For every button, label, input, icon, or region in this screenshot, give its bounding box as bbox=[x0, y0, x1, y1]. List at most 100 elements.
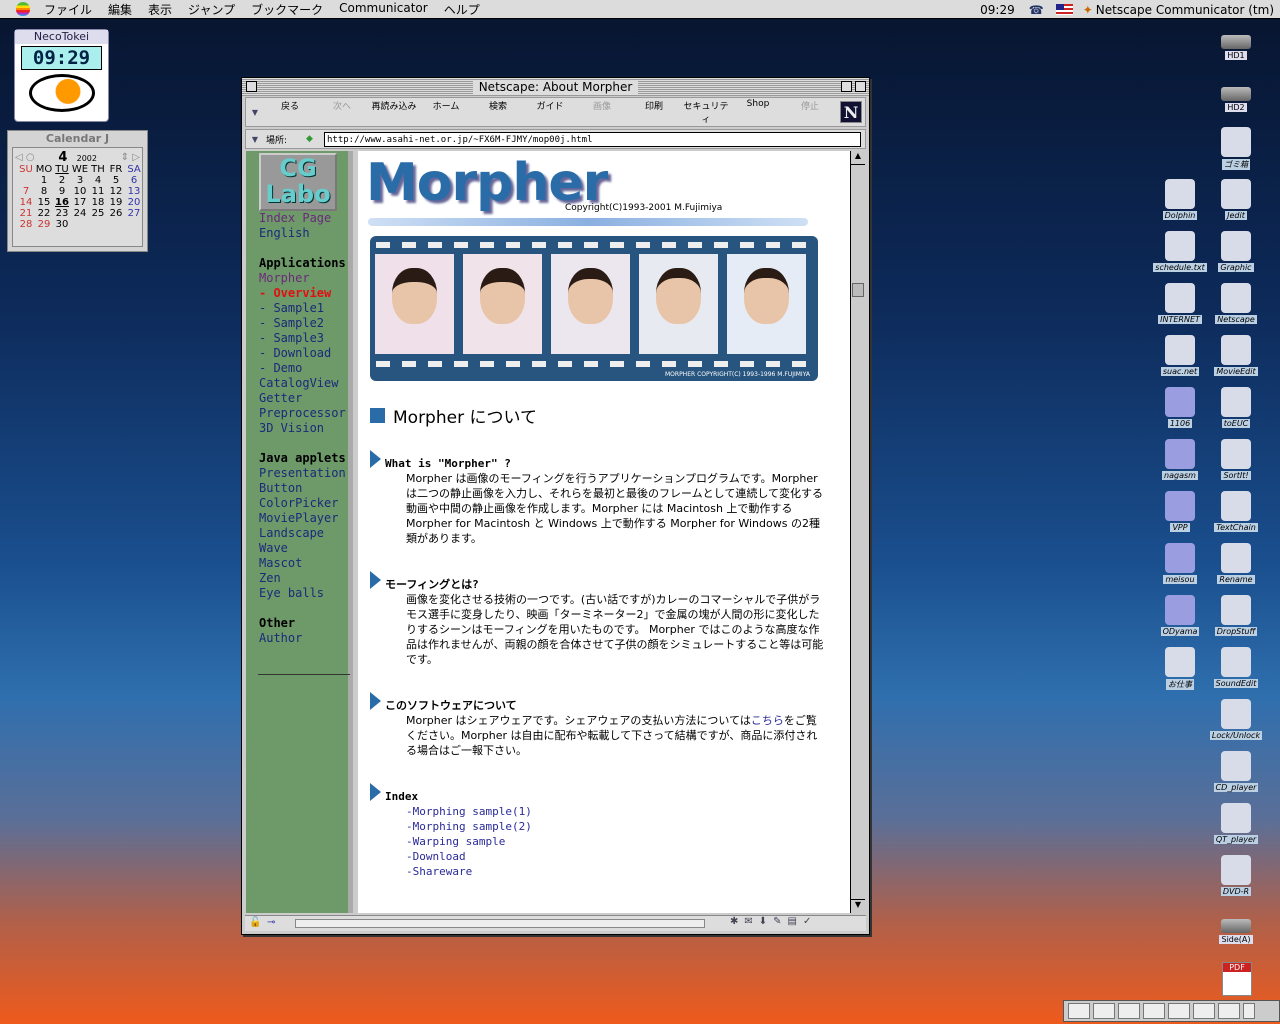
desktop-icon[interactable]: schedule.txt bbox=[1152, 231, 1208, 272]
desktop-icon[interactable]: nagasm bbox=[1152, 439, 1208, 480]
cd-icon[interactable] bbox=[1093, 1003, 1115, 1019]
calendar-day[interactable]: 25 bbox=[89, 208, 107, 219]
menu-item[interactable]: ファイル bbox=[36, 1, 100, 18]
calendar-day[interactable]: 10 bbox=[71, 186, 89, 197]
control-strip-tab-icon[interactable] bbox=[1243, 1003, 1255, 1019]
scroll-thumb[interactable] bbox=[852, 283, 864, 297]
sidebar-link[interactable]: Button bbox=[259, 481, 348, 496]
sidebar-link[interactable]: 3D Vision bbox=[259, 421, 348, 436]
desktop-icon[interactable]: meisou bbox=[1152, 543, 1208, 584]
toolbar-button[interactable]: 印刷 bbox=[628, 99, 680, 125]
menu-item[interactable]: 表示 bbox=[140, 1, 180, 18]
sidebar-link[interactable]: ColorPicker bbox=[259, 496, 348, 511]
payment-link[interactable]: こちら bbox=[751, 714, 784, 727]
toolbar-button[interactable]: 再読み込み bbox=[368, 99, 420, 125]
calendar-day[interactable]: 14 bbox=[17, 197, 35, 208]
menu-item[interactable]: Communicator bbox=[331, 1, 436, 18]
calendar-day[interactable]: 23 bbox=[53, 208, 71, 219]
sidebar-link[interactable]: MoviePlayer bbox=[259, 511, 348, 526]
calendar-day[interactable]: 13 bbox=[125, 186, 143, 197]
calendar-day[interactable]: 22 bbox=[35, 208, 53, 219]
component-bar-icons[interactable]: ✱✉⬇✎▤✓ bbox=[730, 916, 817, 927]
index-link[interactable]: -Shareware bbox=[406, 864, 826, 879]
desktop-icon[interactable]: ゴミ箱 bbox=[1208, 127, 1264, 170]
sidebar-link[interactable]: - Download bbox=[259, 346, 348, 361]
desktop-icon[interactable]: Rename bbox=[1208, 543, 1264, 584]
toolbar-button[interactable]: 画像 bbox=[576, 99, 628, 125]
calendar-day[interactable]: 17 bbox=[71, 197, 89, 208]
calendar-day[interactable]: 29 bbox=[35, 219, 53, 230]
close-box[interactable] bbox=[246, 81, 257, 92]
control-strip-module-icon[interactable] bbox=[1068, 1003, 1090, 1019]
toolbar-button[interactable]: ガイド bbox=[524, 99, 576, 125]
desktop-icon[interactable]: VPP bbox=[1152, 491, 1208, 532]
cg-labo-logo[interactable]: CG Labo bbox=[259, 153, 337, 211]
desktop-icon[interactable]: MovieEdit bbox=[1208, 335, 1264, 376]
sidebar-link[interactable]: Getter bbox=[259, 391, 348, 406]
desktop-icon[interactable]: Netscape bbox=[1208, 283, 1264, 324]
toolbar-collapse-icon[interactable]: ▼ bbox=[246, 108, 264, 117]
menu-item[interactable]: ジャンプ bbox=[180, 1, 243, 18]
menu-item[interactable]: ブックマーク bbox=[243, 1, 331, 18]
sidebar-link[interactable]: Landscape bbox=[259, 526, 348, 541]
apple-menu-icon[interactable] bbox=[16, 2, 30, 16]
desktop-icon[interactable]: QT_player bbox=[1208, 803, 1264, 844]
calendar-day[interactable]: 2 bbox=[53, 175, 71, 186]
toolbar-button[interactable]: 停止 bbox=[784, 99, 836, 125]
index-link[interactable]: -Download bbox=[406, 849, 826, 864]
sidebar-link[interactable]: Author bbox=[259, 631, 348, 646]
calendar-day[interactable]: 6 bbox=[125, 175, 143, 186]
sidebar-link[interactable]: Morpher bbox=[259, 271, 348, 286]
desktop-icon[interactable]: Jedit bbox=[1208, 179, 1264, 220]
next-month-icon[interactable]: ⇕ ▷ bbox=[121, 152, 140, 163]
netscape-app-icon[interactable]: ✦ bbox=[1083, 3, 1093, 17]
desktop-icon[interactable]: suac.net bbox=[1152, 335, 1208, 376]
us-flag-icon[interactable] bbox=[1055, 4, 1073, 15]
sidebar-link[interactable]: Zen bbox=[259, 571, 348, 586]
scroll-up-arrow[interactable]: ▲ bbox=[851, 151, 865, 165]
calendar-widget[interactable]: Calendar J ◁ ○ 4 2002 ⇕ ▷ SU MO TU WE TH FR SA… bbox=[7, 130, 148, 252]
desktop-icon[interactable]: Graphic bbox=[1208, 231, 1264, 272]
index-link[interactable]: -Warping sample bbox=[406, 834, 826, 849]
monitor-resolution-icon[interactable] bbox=[1168, 1003, 1190, 1019]
calendar-day[interactable]: 18 bbox=[89, 197, 107, 208]
desktop-icon[interactable]: SortIt! bbox=[1208, 439, 1264, 480]
window-titlebar[interactable]: Netscape: About Morpher bbox=[242, 78, 869, 96]
calendar-day[interactable]: 11 bbox=[89, 186, 107, 197]
sound-input-icon[interactable] bbox=[1193, 1003, 1215, 1019]
index-link[interactable]: -Morphing sample(2) bbox=[406, 819, 826, 834]
calendar-day[interactable]: 30 bbox=[53, 219, 71, 230]
calendar-day[interactable]: 28 bbox=[17, 219, 35, 230]
toolbar-button[interactable]: セキュリティ bbox=[680, 99, 732, 125]
sidebar-link[interactable]: - Sample1 bbox=[259, 301, 348, 316]
calendar-day[interactable]: 21 bbox=[17, 208, 35, 219]
calendar-day[interactable]: 9 bbox=[53, 186, 71, 197]
netscape-logo-icon[interactable]: N bbox=[840, 101, 862, 123]
calendar-day[interactable]: 27 bbox=[125, 208, 143, 219]
sidebar-link[interactable]: - Sample2 bbox=[259, 316, 348, 331]
sidebar-link[interactable]: Mascot bbox=[259, 556, 348, 571]
monitor-icon[interactable] bbox=[1118, 1003, 1140, 1019]
desktop-icon[interactable]: 1106 bbox=[1152, 387, 1208, 428]
desktop-icon[interactable]: Dolphin bbox=[1152, 179, 1208, 220]
desktop-icon[interactable]: DropStuff bbox=[1208, 595, 1264, 636]
calendar-day[interactable]: 8 bbox=[35, 186, 53, 197]
sidebar-link[interactable]: English bbox=[259, 226, 348, 241]
necotokei-widget[interactable]: NecoTokei 09:29 bbox=[14, 29, 109, 122]
zoom-box[interactable] bbox=[841, 81, 852, 92]
desktop-icon[interactable]: Side(A) bbox=[1208, 907, 1264, 944]
active-app-name[interactable]: Netscape Communicator (tm) bbox=[1096, 3, 1274, 17]
toolbar-button[interactable]: ホーム bbox=[420, 99, 472, 125]
scroll-down-arrow[interactable]: ▼ bbox=[851, 899, 865, 913]
color-depth-icon[interactable] bbox=[1143, 1003, 1165, 1019]
sidebar-link[interactable]: - Sample3 bbox=[259, 331, 348, 346]
calendar-day[interactable]: 19 bbox=[107, 197, 125, 208]
calendar-day[interactable]: 1 bbox=[35, 175, 53, 186]
calendar-day[interactable]: 12 bbox=[107, 186, 125, 197]
desktop-icon[interactable]: ODyama bbox=[1152, 595, 1208, 636]
menu-item[interactable]: ヘルプ bbox=[436, 1, 488, 18]
calendar-day[interactable]: 16 bbox=[53, 197, 71, 208]
sidebar-link[interactable]: Wave bbox=[259, 541, 348, 556]
calendar-day[interactable]: 15 bbox=[35, 197, 53, 208]
url-input[interactable] bbox=[324, 132, 861, 147]
